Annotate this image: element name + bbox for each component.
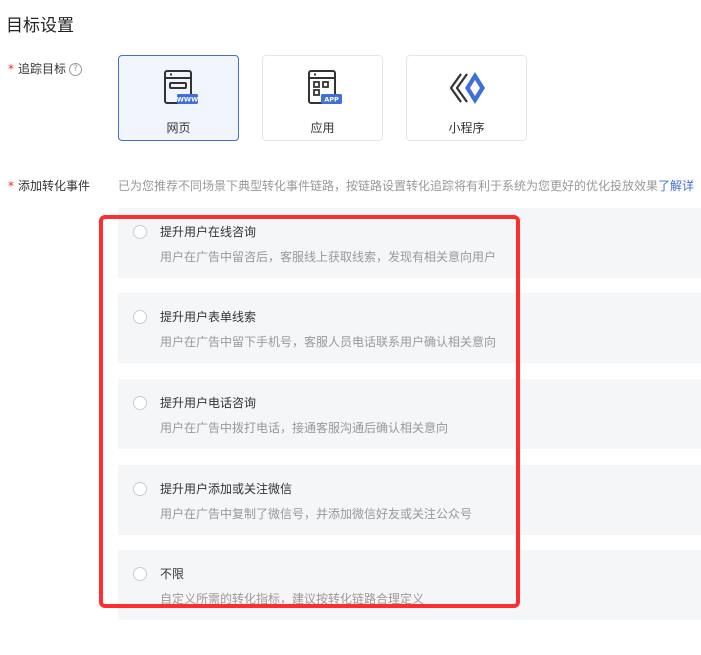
help-icon[interactable]: ? <box>69 63 83 76</box>
mini-program-icon <box>449 72 485 104</box>
option-title: 提升用户电话咨询 <box>160 396 257 410</box>
option-description: 用户在广告中复制了微信号，并添加微信好友或关注公众号 <box>160 507 473 521</box>
target-card-mini-program[interactable]: 小程序 <box>406 55 527 141</box>
target-card-webpage[interactable]: WWW 网页 <box>118 55 239 141</box>
radio-button[interactable] <box>133 225 147 239</box>
svg-text:WWW: WWW <box>177 96 199 104</box>
target-card-label: 小程序 <box>448 121 485 135</box>
option-title: 不限 <box>160 567 185 581</box>
app-icon: APP <box>308 70 342 104</box>
option-title: 提升用户添加或关注微信 <box>160 482 293 496</box>
page-title: 目标设置 <box>6 16 74 36</box>
conversion-hint-text: 已为您推荐不同场景下典型转化事件链路，按链路设置转化追踪将有利于系统为您更好的优… <box>118 179 659 193</box>
option-description: 用户在广告中留咨后，客服线上获取线索，发现有相关意向用户 <box>160 250 497 264</box>
radio-button[interactable] <box>133 310 147 324</box>
tracking-target-label: * 追踪目标? <box>8 60 83 77</box>
conversion-option-form-lead[interactable]: 提升用户表单线索 用户在广告中留下手机号，客服人员电话联系用户确认相关意向 <box>118 293 701 363</box>
conversion-events-label-text: 添加转化事件 <box>18 179 91 193</box>
radio-button[interactable] <box>133 396 147 410</box>
option-title: 提升用户表单线索 <box>160 310 257 324</box>
conversion-option-unlimited[interactable]: 不限 自定义所需的转化指标，建议按转化链路合理定义 <box>118 550 701 620</box>
conversion-hint: 已为您推荐不同场景下典型转化事件链路，按链路设置转化追踪将有利于系统为您更好的优… <box>118 177 701 194</box>
radio-button[interactable] <box>133 482 147 496</box>
conversion-events-label: * 添加转化事件 <box>8 177 90 194</box>
target-card-label: 网页 <box>166 121 191 135</box>
required-star: * <box>8 62 14 76</box>
conversion-option-phone-consult[interactable]: 提升用户电话咨询 用户在广告中拨打电话，接通客服沟通后确认相关意向 <box>118 379 701 449</box>
option-title: 提升用户在线咨询 <box>160 225 257 239</box>
radio-button[interactable] <box>133 567 147 581</box>
option-description: 用户在广告中留下手机号，客服人员电话联系用户确认相关意向 <box>160 335 497 349</box>
target-card-label: 应用 <box>310 121 335 135</box>
required-star: * <box>8 179 14 193</box>
svg-text:APP: APP <box>324 96 339 104</box>
tracking-target-label-text: 追踪目标 <box>18 62 67 76</box>
conversion-option-online-consult[interactable]: 提升用户在线咨询 用户在广告中留咨后，客服线上获取线索，发现有相关意向用户 <box>118 208 701 278</box>
learn-more-link[interactable]: 了解详 <box>658 179 694 193</box>
option-description: 用户在广告中拨打电话，接通客服沟通后确认相关意向 <box>160 421 449 435</box>
web-page-icon: WWW <box>164 70 199 104</box>
option-description: 自定义所需的转化指标，建议按转化链路合理定义 <box>160 592 425 606</box>
conversion-option-wechat[interactable]: 提升用户添加或关注微信 用户在广告中复制了微信号，并添加微信好友或关注公众号 <box>118 465 701 535</box>
target-card-app[interactable]: APP 应用 <box>262 55 383 141</box>
